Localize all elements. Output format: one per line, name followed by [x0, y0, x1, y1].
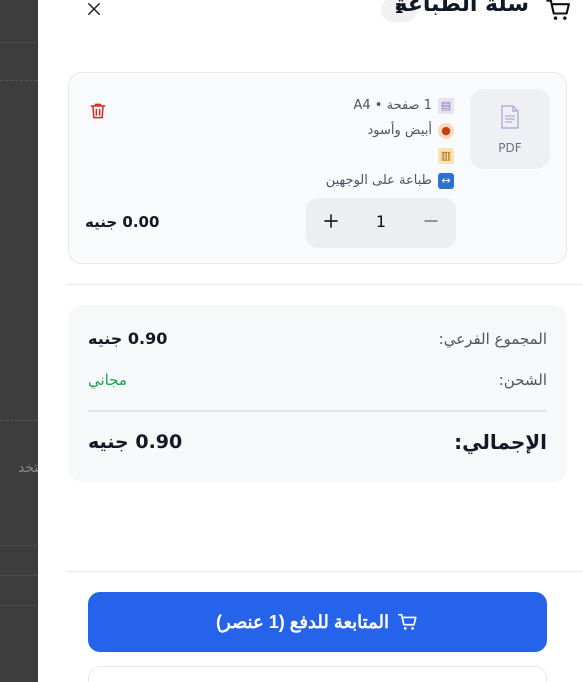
file-type-label: PDF — [498, 141, 522, 155]
note-row: ▥ — [194, 143, 454, 168]
subtotal-value: 0.90 جنيه — [88, 329, 168, 348]
increase-quantity-button[interactable] — [316, 208, 346, 238]
total-value: 0.90 جنيه — [88, 431, 183, 453]
double-arrow-icon: ↔ — [438, 172, 454, 189]
cart-icon — [397, 613, 417, 630]
page-info-row: ▤ 1 صفحة • A4 — [194, 93, 454, 118]
backdrop-text: ستخد — [18, 460, 38, 476]
item-price: 0.00 جنيه — [85, 213, 160, 231]
close-icon — [88, 2, 100, 15]
secondary-button[interactable] — [88, 666, 547, 682]
subtotal-label: المجموع الفرعي: — [438, 329, 547, 348]
backdrop-divider — [0, 545, 38, 546]
cart-drawer: 1 سلة الطباعة PDF ▤ 1 صفحة • A4 ● أبيض و… — [38, 0, 583, 682]
document-icon — [501, 105, 519, 129]
quantity-value[interactable]: 1 — [361, 212, 401, 231]
page-backdrop[interactable]: ستخد — [0, 0, 38, 682]
delete-item-button[interactable] — [87, 101, 109, 123]
print-sides: طباعة على الوجهين — [325, 173, 432, 188]
color-mode: أبيض وأسود — [367, 123, 433, 138]
backdrop-divider — [0, 575, 38, 576]
clipboard-icon: ▥ — [438, 147, 454, 164]
backdrop-divider — [0, 605, 38, 606]
file-thumbnail: PDF — [470, 89, 550, 169]
cart-icon — [546, 0, 570, 20]
total-label: الإجمالي: — [454, 430, 547, 454]
quantity-stepper: 1 — [306, 198, 456, 248]
trash-icon — [90, 103, 106, 119]
color-mode-row: ● أبيض وأسود — [194, 118, 454, 143]
summary-divider — [88, 410, 547, 412]
close-button[interactable] — [82, 0, 106, 22]
page-info: 1 صفحة • A4 — [353, 98, 433, 113]
shipping-label: الشحن: — [498, 371, 547, 389]
cart-header: 1 سلة الطباعة — [38, 0, 583, 28]
palette-icon: ● — [438, 122, 454, 139]
backdrop-divider — [0, 42, 38, 43]
checkout-label: المتابعة للدفع (1 عنصر) — [216, 611, 389, 632]
cart-title: سلة الطباعة — [394, 0, 529, 17]
backdrop-divider — [0, 80, 38, 81]
plus-icon — [324, 214, 338, 228]
total-row: الإجمالي: 0.90 جنيه — [88, 430, 547, 454]
shipping-value: مجاني — [88, 371, 127, 389]
item-details: ▤ 1 صفحة • A4 ● أبيض وأسود ▥ ↔ طباعة على… — [194, 93, 454, 193]
subtotal-row: المجموع الفرعي: 0.90 جنيه — [88, 329, 547, 348]
order-summary: المجموع الفرعي: 0.90 جنيه الشحن: مجاني ا… — [68, 305, 567, 482]
decrease-quantity-button[interactable] — [416, 208, 446, 238]
checkout-button[interactable]: المتابعة للدفع (1 عنصر) — [88, 592, 547, 652]
cart-item-card: PDF ▤ 1 صفحة • A4 ● أبيض وأسود ▥ ↔ طباعة… — [68, 72, 567, 264]
minus-icon — [424, 220, 438, 222]
backdrop-divider — [0, 420, 38, 421]
page-icon: ▤ — [438, 97, 454, 114]
footer-divider — [68, 571, 583, 572]
section-divider — [68, 284, 583, 285]
sides-row: ↔ طباعة على الوجهين — [194, 168, 454, 193]
shipping-row: الشحن: مجاني — [88, 371, 547, 389]
